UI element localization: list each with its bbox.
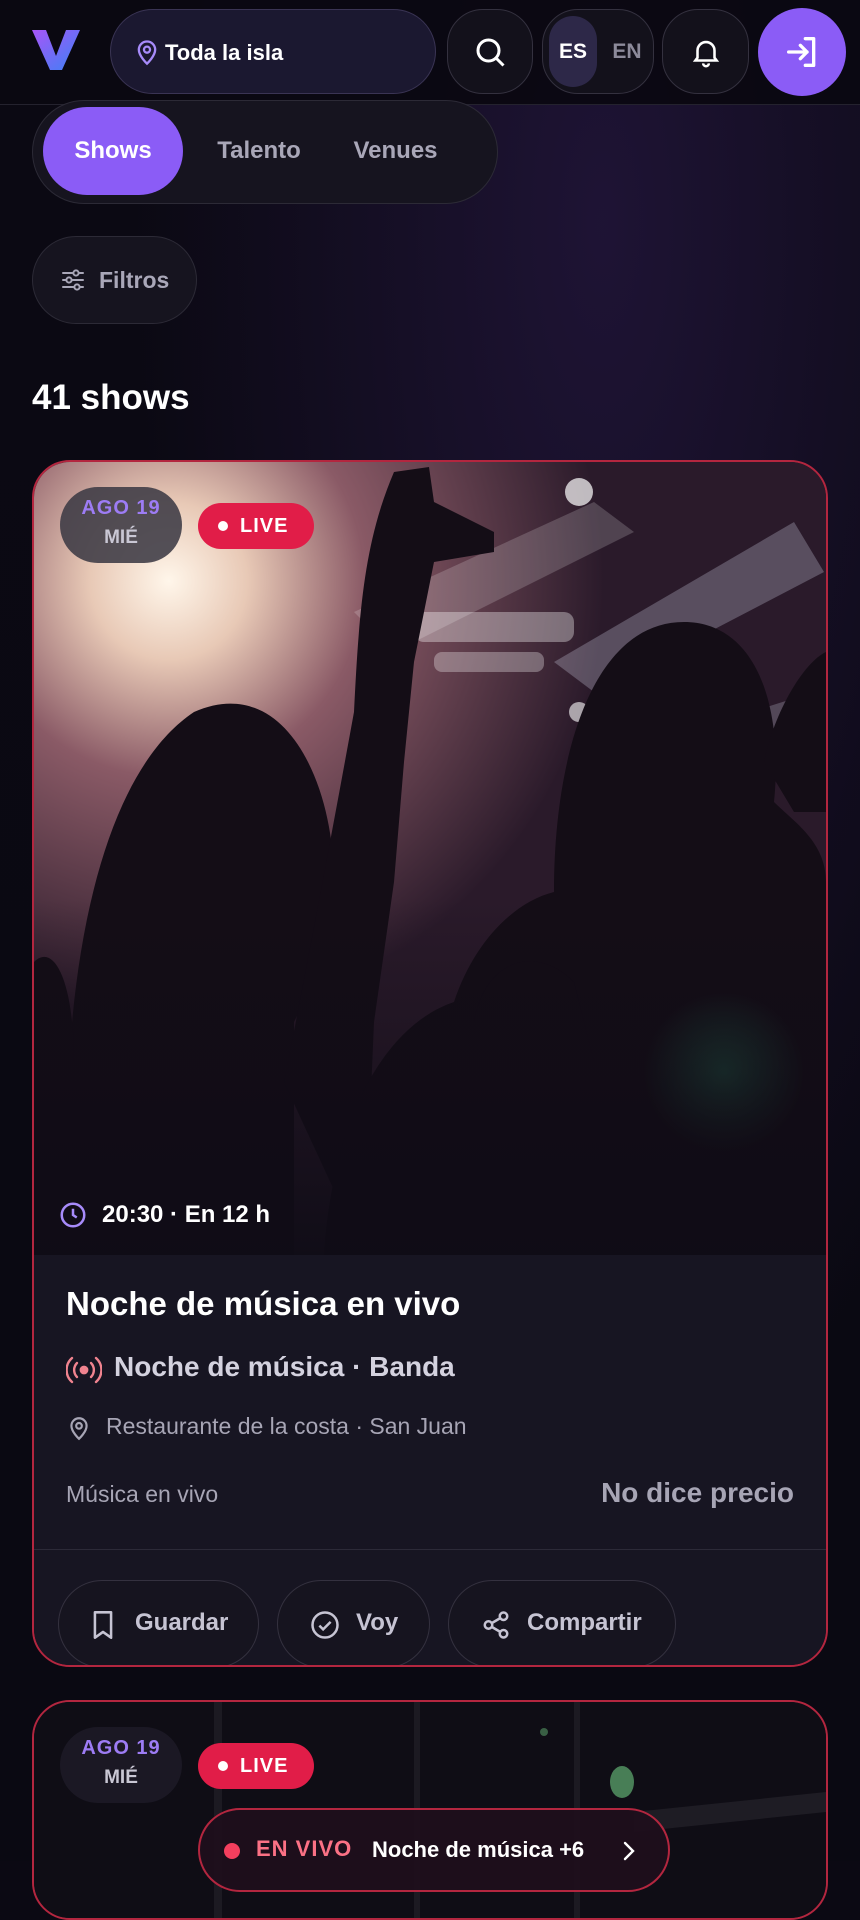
- date-month-day: AGO 19: [81, 1737, 161, 1759]
- language-toggle: ES EN: [542, 9, 654, 94]
- now-playing-text: Noche de música +6: [372, 1837, 585, 1862]
- show-title[interactable]: Noche de música en vivo: [66, 1285, 460, 1323]
- show-genre: Música en vivo: [66, 1481, 219, 1507]
- show-card-body: Noche de música en vivo Noche de música …: [34, 1255, 826, 1665]
- live-badge: LIVE: [198, 1743, 314, 1789]
- share-label: Compartir: [527, 1609, 642, 1636]
- results-count: 41 shows: [32, 378, 190, 417]
- show-price: No dice precio: [601, 1477, 794, 1508]
- live-dot-icon: [218, 521, 228, 531]
- bell-icon: [692, 40, 720, 68]
- tab-shows[interactable]: Shows: [43, 107, 183, 195]
- tab-talento[interactable]: Talento: [199, 107, 319, 195]
- lang-en-option[interactable]: EN: [605, 16, 649, 87]
- location-pin-icon: [70, 1417, 88, 1441]
- location-selector[interactable]: Toda la isla: [110, 9, 436, 94]
- broadcast-icon: [66, 1356, 102, 1384]
- going-button[interactable]: Voy: [277, 1580, 430, 1665]
- login-arrow-icon: [787, 37, 816, 68]
- going-label: Voy: [356, 1609, 399, 1636]
- live-dot-icon: [218, 1761, 228, 1771]
- notifications-button[interactable]: [662, 9, 749, 94]
- now-live-label: EN VIVO: [256, 1836, 353, 1861]
- time-label: 20:30 · En 12 h: [102, 1201, 271, 1228]
- share-icon: [483, 1611, 509, 1639]
- filters-label: Filtros: [99, 267, 170, 293]
- live-label: LIVE: [240, 515, 289, 537]
- date-weekday: MIÉ: [104, 1767, 138, 1788]
- date-badge: AGO 19 MIÉ: [60, 487, 182, 563]
- date-weekday: MIÉ: [104, 527, 138, 548]
- search-icon: [476, 38, 505, 67]
- card-divider: [34, 1549, 826, 1550]
- show-card[interactable]: AGO 19 MIÉ LIVE 20:30 · En 12 h Noche de…: [32, 460, 828, 1667]
- search-button[interactable]: [447, 9, 533, 94]
- chevron-right-icon: [623, 1841, 635, 1861]
- clock-icon: [60, 1202, 86, 1228]
- lang-es-option[interactable]: ES: [549, 16, 597, 87]
- save-button[interactable]: Guardar: [58, 1580, 259, 1665]
- login-button[interactable]: [758, 8, 846, 96]
- live-badge: LIVE: [198, 503, 314, 549]
- location-pin-icon: [137, 40, 157, 66]
- share-button[interactable]: Compartir: [448, 1580, 676, 1665]
- date-month-day: AGO 19: [81, 497, 161, 519]
- location-label: Toda la isla: [165, 40, 284, 65]
- date-badge: AGO 19 MIÉ: [60, 1727, 182, 1803]
- live-label: LIVE: [240, 1755, 289, 1777]
- live-dot-icon: [224, 1843, 240, 1859]
- category-tabs: Shows Talento Venues: [32, 100, 498, 204]
- check-circle-icon: [311, 1611, 339, 1639]
- now-playing-pill[interactable]: EN VIVO Noche de música +6: [198, 1808, 670, 1892]
- app-logo[interactable]: [30, 26, 82, 74]
- venue-label: Restaurante de la costa · San Juan: [106, 1413, 467, 1439]
- sliders-icon: [62, 269, 84, 291]
- show-image: AGO 19 MIÉ LIVE 20:30 · En 12 h: [34, 462, 826, 1255]
- filters-button[interactable]: Filtros: [32, 236, 197, 324]
- show-subtitle-label: Noche de música · Banda: [114, 1351, 455, 1382]
- tab-venues[interactable]: Venues: [333, 107, 458, 195]
- bookmark-icon: [93, 1611, 113, 1639]
- show-card[interactable]: AGO 19 MIÉ LIVE EN VIVO Noche de música …: [32, 1700, 828, 1920]
- top-app-bar: Toda la isla ES EN: [0, 0, 860, 105]
- save-label: Guardar: [135, 1609, 229, 1636]
